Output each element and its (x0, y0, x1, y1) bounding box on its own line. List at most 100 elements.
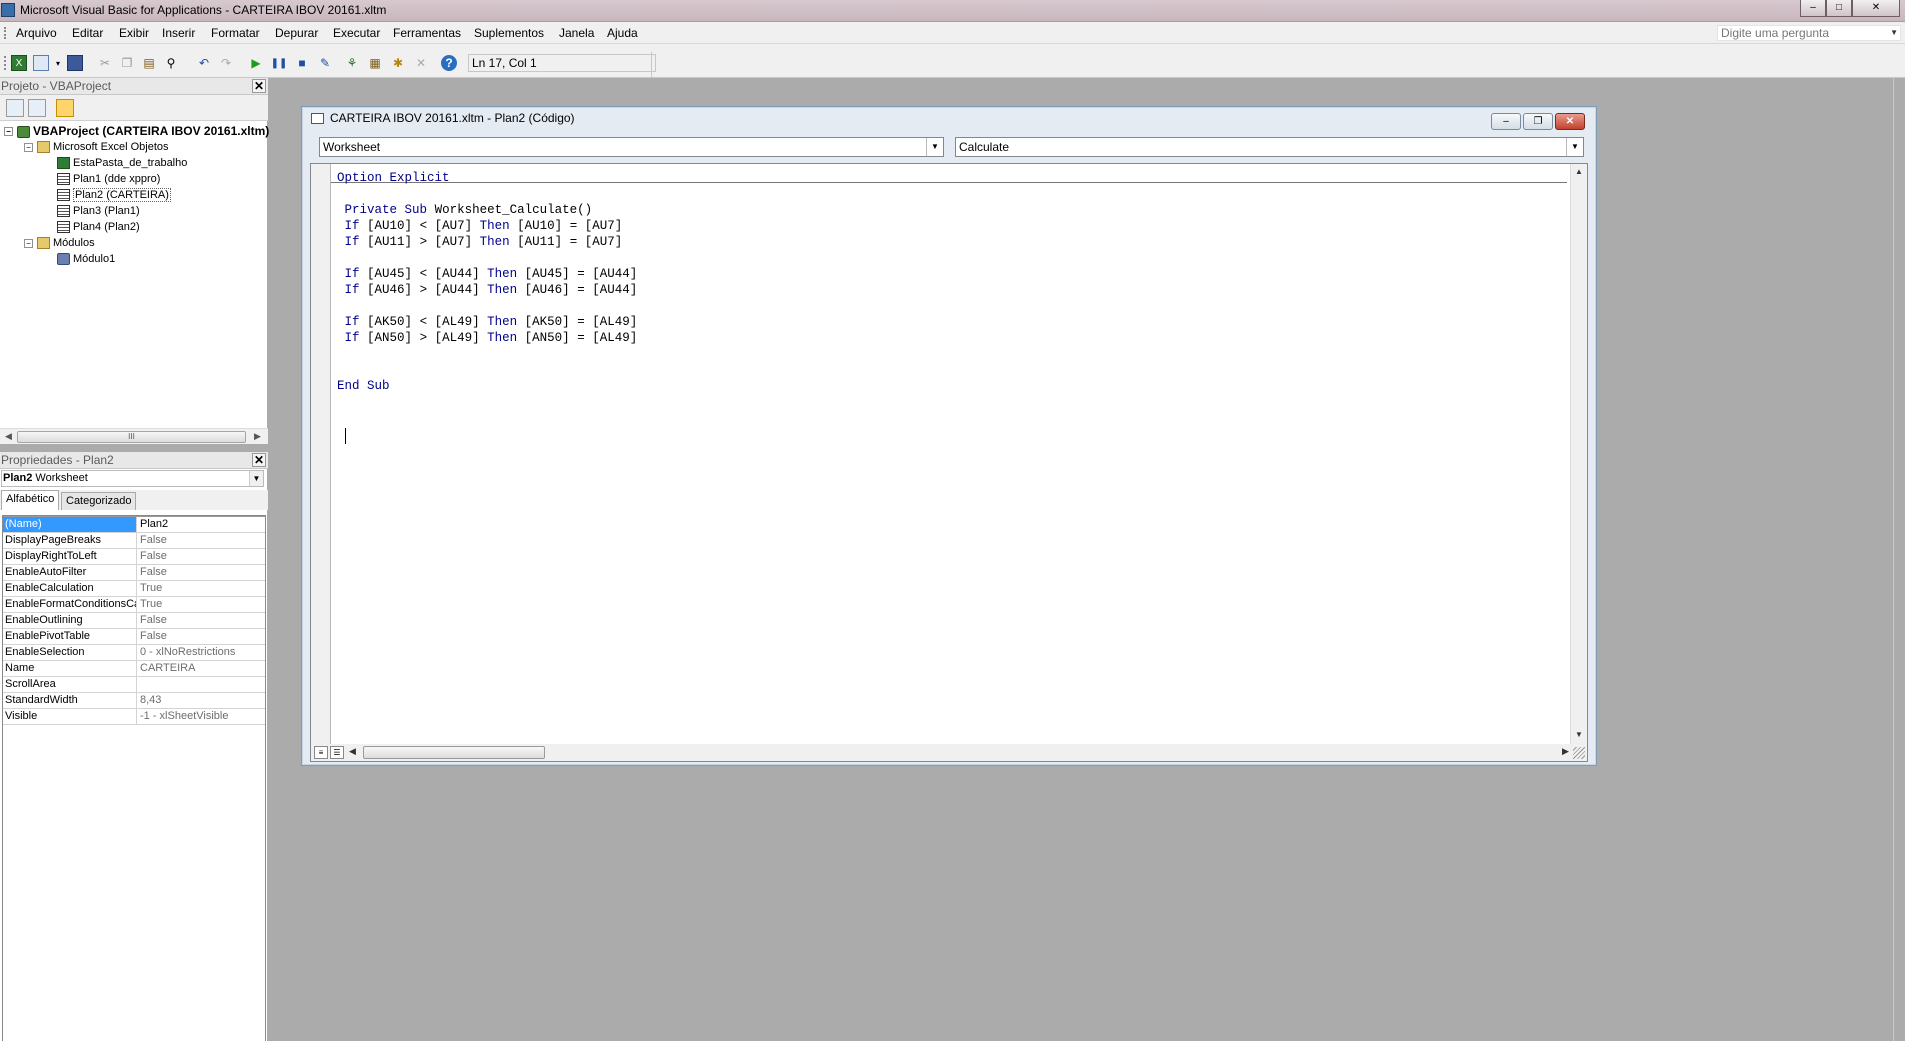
procedure-view-icon[interactable]: ≡ (314, 746, 328, 759)
project-horizontal-scrollbar[interactable]: ◀ III ▶ (0, 428, 268, 444)
tree-node-plan2[interactable]: Plan2 (CARTEIRA) (57, 188, 171, 202)
run-icon[interactable]: ▶ (248, 55, 264, 71)
property-row[interactable]: Name CARTEIRA (3, 661, 265, 677)
full-module-view-icon[interactable]: ☰ (330, 746, 344, 759)
code-margin[interactable] (311, 164, 331, 744)
code-line[interactable]: If [AU45] < [AU44] Then [AU45] = [AU44] (337, 266, 638, 282)
property-value[interactable]: -1 - xlSheetVisible (138, 709, 265, 724)
code-line[interactable] (337, 426, 637, 442)
collapse-icon[interactable]: − (4, 127, 13, 137)
minimize-button[interactable]: – (1800, 0, 1826, 17)
menu-ferramentas[interactable]: Ferramentas (393, 26, 461, 40)
property-row[interactable]: StandardWidth 8,43 (3, 693, 265, 709)
insert-icon[interactable] (33, 55, 49, 71)
chevron-down-icon[interactable]: ▼ (1566, 138, 1583, 156)
properties-icon[interactable]: ▦ (367, 55, 383, 71)
collapse-icon[interactable]: − (24, 238, 33, 248)
menu-janela[interactable]: Janela (559, 26, 594, 40)
code-line[interactable]: If [AN50] > [AL49] Then [AN50] = [AL49] (337, 330, 638, 346)
object-combo[interactable]: Worksheet ▼ (319, 137, 944, 157)
save-icon[interactable] (67, 55, 83, 71)
tree-node-plan1[interactable]: Plan1 (dde xppro) (57, 172, 160, 186)
code-close-button[interactable]: ✕ (1555, 113, 1585, 130)
paste-icon[interactable]: ▤ (141, 55, 157, 71)
property-row[interactable]: DisplayRightToLeft False (3, 549, 265, 565)
collapse-icon[interactable]: − (24, 142, 33, 152)
property-row[interactable]: EnableAutoFilter False (3, 565, 265, 581)
menu-exibir[interactable]: Exibir (119, 26, 149, 40)
tree-node-plan3[interactable]: Plan3 (Plan1) (57, 204, 140, 218)
design-mode-icon[interactable]: ✎ (317, 55, 333, 71)
code-line[interactable]: Option Explicit (337, 170, 637, 186)
close-icon[interactable]: ✕ (252, 453, 266, 467)
code-line[interactable] (337, 346, 637, 362)
close-icon[interactable]: ✕ (252, 79, 266, 93)
code-line[interactable]: Private Sub Worksheet_Calculate() (337, 202, 637, 218)
project-explorer-icon[interactable]: ⚘ (344, 55, 360, 71)
menu-executar[interactable]: Executar (333, 26, 380, 40)
cut-icon[interactable]: ✂ (97, 55, 113, 71)
property-value[interactable]: 8,43 (138, 693, 265, 708)
menu-editar[interactable]: Editar (72, 26, 103, 40)
code-line[interactable] (337, 250, 637, 266)
property-row[interactable]: EnableCalculation True (3, 581, 265, 597)
resize-grip-icon[interactable] (1573, 747, 1585, 759)
tab-alfabetico[interactable]: Alfabético (1, 490, 60, 510)
property-row[interactable]: EnableOutlining False (3, 613, 265, 629)
property-value[interactable]: CARTEIRA (138, 661, 265, 676)
chevron-down-icon[interactable]: ▼ (926, 138, 943, 156)
help-icon[interactable]: ? (441, 55, 457, 71)
toggle-folders-icon[interactable] (56, 99, 74, 117)
menu-suplementos[interactable]: Suplementos (474, 26, 544, 40)
property-row[interactable]: (Name) Plan2 (3, 517, 265, 533)
undo-icon[interactable]: ↶ (196, 55, 212, 71)
scroll-right-icon[interactable]: ▶ (254, 431, 261, 442)
tree-node-modulo1[interactable]: Módulo1 (57, 252, 115, 266)
menu-grip[interactable] (4, 27, 6, 39)
chevron-down-icon[interactable]: ▾ (50, 55, 66, 71)
code-line[interactable] (337, 410, 637, 426)
menu-inserir[interactable]: Inserir (162, 26, 195, 40)
tree-node-vbaproject[interactable]: − VBAProject (CARTEIRA IBOV 20161.xltm) (4, 124, 269, 138)
menu-depurar[interactable]: Depurar (275, 26, 318, 40)
menu-formatar[interactable]: Formatar (211, 26, 260, 40)
toolbar-grip[interactable] (4, 56, 6, 70)
scroll-down-icon[interactable]: ▼ (1575, 730, 1583, 739)
code-restore-button[interactable]: ❐ (1523, 113, 1553, 130)
code-line[interactable]: If [AK50] < [AL49] Then [AK50] = [AL49] (337, 314, 638, 330)
property-value[interactable]: 0 - xlNoRestrictions (138, 645, 265, 660)
code-minimize-button[interactable]: – (1491, 113, 1521, 130)
chevron-down-icon[interactable]: ▼ (1890, 26, 1898, 40)
maximize-button[interactable]: □ (1826, 0, 1852, 17)
tab-categorizado[interactable]: Categorizado (61, 492, 137, 510)
code-editor[interactable]: Option Explicit Private Sub Worksheet_Ca… (310, 163, 1588, 745)
menu-arquivo[interactable]: Arquivo (16, 26, 57, 40)
property-value[interactable]: False (138, 549, 265, 564)
close-button[interactable]: ✕ (1852, 0, 1900, 17)
property-row[interactable]: EnableFormatConditionsCal True (3, 597, 265, 613)
view-object-icon[interactable] (28, 99, 46, 117)
procedure-combo[interactable]: Calculate ▼ (955, 137, 1584, 157)
property-row[interactable]: Visible -1 - xlSheetVisible (3, 709, 265, 725)
property-row[interactable]: DisplayPageBreaks False (3, 533, 265, 549)
code-line[interactable] (337, 394, 637, 410)
redo-icon[interactable]: ↷ (218, 55, 234, 71)
code-vertical-scrollbar[interactable]: ▲ ▼ (1570, 164, 1587, 744)
property-value[interactable]: False (138, 533, 265, 548)
code-line[interactable] (337, 186, 637, 202)
tree-node-excel-objects[interactable]: − Microsoft Excel Objetos (24, 140, 169, 154)
property-value[interactable]: Plan2 (138, 517, 265, 532)
copy-icon[interactable]: ❐ (119, 55, 135, 71)
object-browser-icon[interactable]: ✱ (390, 55, 406, 71)
property-value[interactable]: False (138, 613, 265, 628)
code-horizontal-scrollbar[interactable]: ≡ ☰ ◀ ▶ (310, 744, 1588, 762)
property-value[interactable]: True (138, 597, 265, 612)
code-line[interactable]: If [AU46] > [AU44] Then [AU46] = [AU44] (337, 282, 638, 298)
property-value[interactable]: False (138, 565, 265, 580)
tree-node-modulos[interactable]: − Módulos (24, 236, 95, 250)
code-line[interactable]: If [AU11] > [AU7] Then [AU11] = [AU7] (337, 234, 637, 250)
scrollbar-thumb[interactable]: III (17, 431, 246, 443)
find-icon[interactable]: ⚲ (163, 55, 179, 71)
view-code-icon[interactable] (6, 99, 24, 117)
toolbox-icon[interactable]: ✕ (413, 55, 429, 71)
